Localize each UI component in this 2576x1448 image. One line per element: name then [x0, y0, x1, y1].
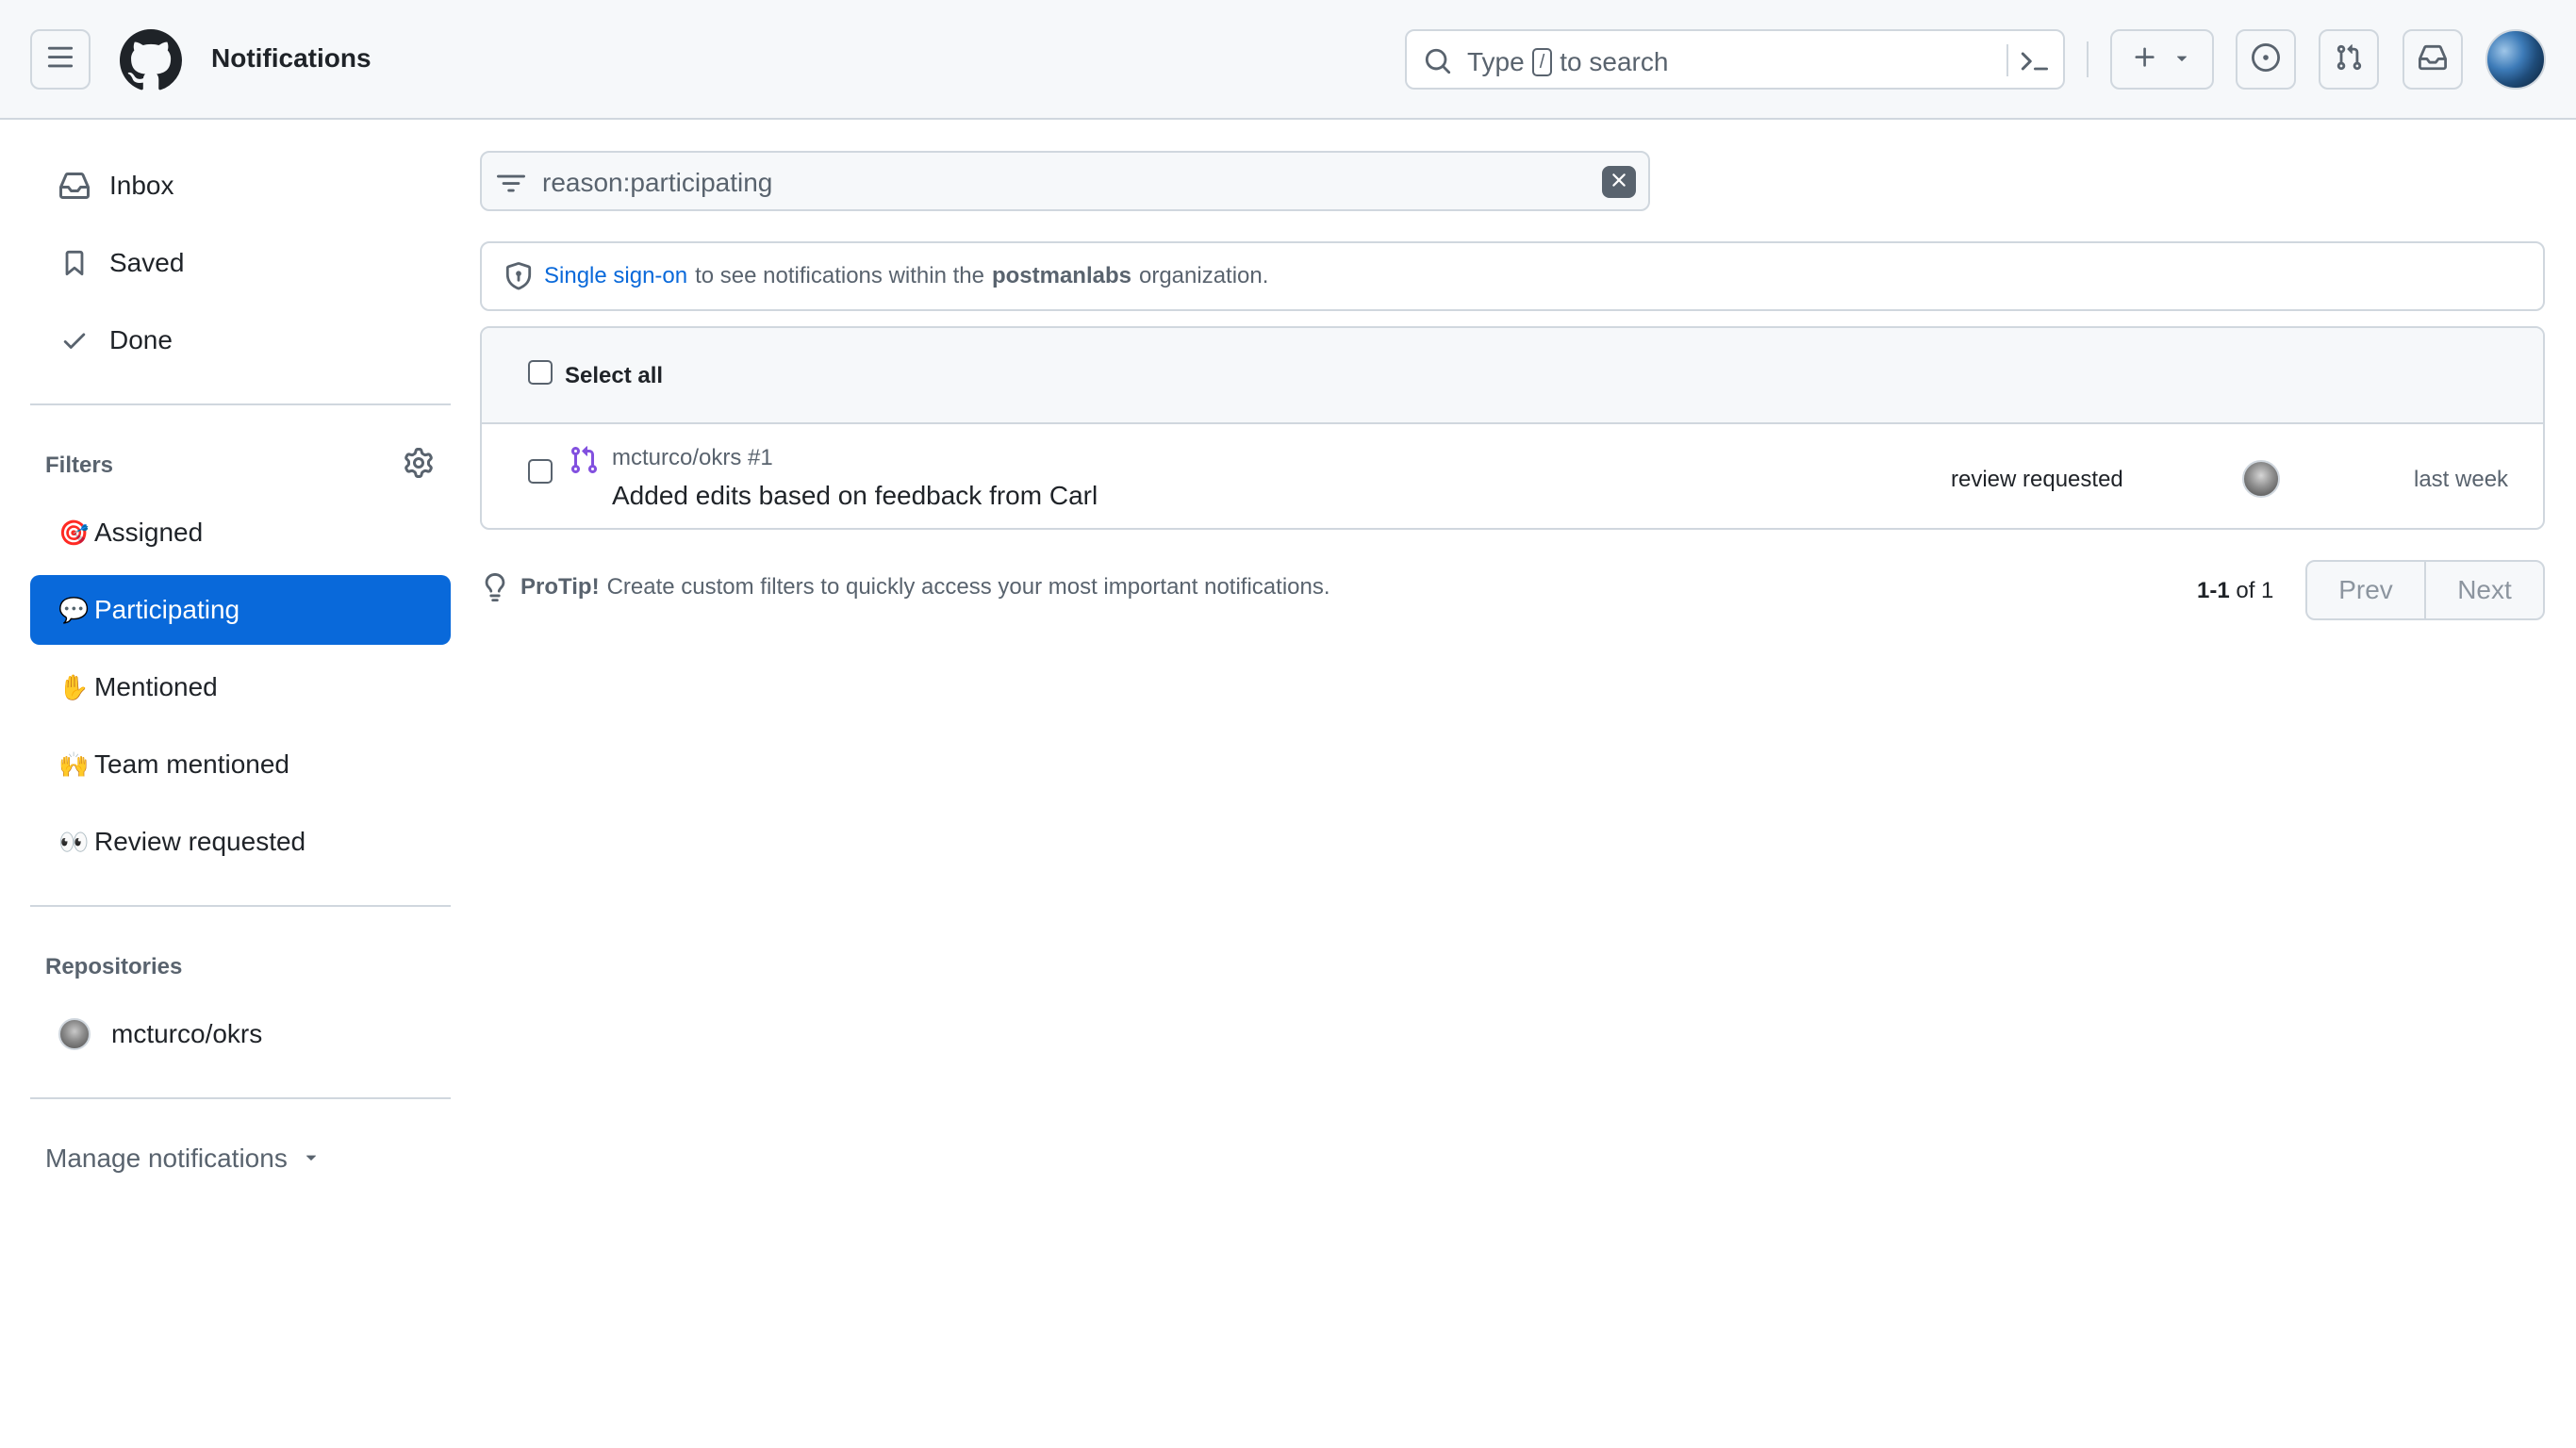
pagination: Prev Next	[2305, 560, 2545, 620]
sidebar-divider	[30, 905, 451, 907]
sso-text: to see notifications within the	[695, 263, 984, 288]
search-divider	[2006, 44, 2008, 76]
sidebar-item-team-mentioned[interactable]: 🙌 Team mentioned	[30, 730, 451, 799]
notification-reason: review requested	[1951, 467, 2123, 492]
search-placeholder-prefix: Type	[1467, 47, 1525, 76]
sso-org-name: postmanlabs	[991, 263, 1131, 288]
raised-hands-emoji-icon: 🙌	[58, 749, 90, 779]
sidebar-item-label: Review requested	[94, 827, 306, 856]
sidebar-divider	[30, 1097, 451, 1099]
prev-button[interactable]: Prev	[2307, 562, 2424, 618]
repo-owner-avatar	[58, 1018, 91, 1050]
global-header: Notifications Type / to search	[0, 0, 2576, 120]
create-new-button[interactable]	[2110, 29, 2214, 90]
speech-bubble-emoji-icon: 💬	[58, 595, 90, 624]
protip: ProTip! Create custom filters to quickly…	[481, 573, 1330, 601]
close-icon	[1608, 169, 1630, 196]
filters-heading: Filters	[45, 452, 114, 478]
sidebar-item-done[interactable]: Done	[30, 305, 451, 375]
notification-checkbox[interactable]	[528, 459, 553, 484]
eyes-emoji-icon: 👀	[58, 827, 90, 856]
git-pull-request-icon	[569, 445, 599, 480]
sidebar-item-saved[interactable]: Saved	[30, 228, 451, 298]
page-title[interactable]: Notifications	[211, 43, 372, 74]
select-all-checkbox[interactable]	[528, 360, 553, 385]
issue-icon	[2252, 42, 2280, 76]
protip-text: Create custom filters to quickly access …	[606, 574, 1330, 600]
check-icon	[58, 324, 91, 356]
light-bulb-icon	[481, 573, 509, 601]
search-placeholder-suffix: to search	[1560, 47, 1669, 76]
sidebar-divider	[30, 403, 451, 405]
pagination-of: of	[2236, 578, 2255, 603]
sidebar-item-label: mcturco/okrs	[111, 1019, 263, 1048]
clear-filter-button[interactable]	[1602, 166, 1636, 198]
notifications-list: Select all mcturco/okrs #1 Added edits b…	[480, 326, 2545, 530]
issues-button[interactable]	[2236, 29, 2296, 90]
command-palette-icon[interactable]	[2010, 47, 2048, 80]
target-emoji-icon: 🎯	[58, 518, 90, 547]
pagination-total: 1	[2261, 578, 2274, 603]
search-shortcut-key: /	[1531, 48, 1553, 76]
sidebar-item-review-requested[interactable]: 👀 Review requested	[30, 807, 451, 877]
hamburger-icon	[46, 43, 74, 76]
sidebar-item-label: Team mentioned	[94, 749, 290, 779]
sidebar-item-label: Done	[109, 325, 173, 354]
manage-notifications-dropdown[interactable]: Manage notifications	[45, 1144, 322, 1174]
next-button[interactable]: Next	[2424, 562, 2543, 618]
notification-repo[interactable]: mcturco/okrs #1	[612, 445, 773, 471]
search-placeholder: Type / to search	[1467, 47, 1668, 77]
filter-query-text: reason:participating	[542, 168, 773, 197]
plus-icon	[2132, 44, 2158, 75]
inbox-icon	[2419, 43, 2447, 76]
pull-request-icon	[2335, 43, 2363, 76]
shield-lock-icon	[504, 262, 533, 290]
header-divider	[2087, 41, 2089, 77]
filter-icon	[497, 170, 525, 203]
sidebar-item-participating[interactable]: 💬 Participating	[30, 575, 451, 645]
gear-icon[interactable]	[404, 448, 434, 483]
bookmark-icon	[58, 247, 91, 279]
sidebar-item-assigned[interactable]: 🎯 Assigned	[30, 498, 451, 568]
sidebar-item-repo-mcturco-okrs[interactable]: mcturco/okrs	[30, 999, 451, 1069]
pull-requests-button[interactable]	[2319, 29, 2379, 90]
notification-title[interactable]: Added edits based on feedback from Carl	[612, 481, 1098, 511]
sidebar-item-label: Saved	[109, 248, 185, 277]
sso-text-suffix: organization.	[1138, 263, 1269, 288]
triangle-down-icon	[2171, 47, 2192, 73]
search-input[interactable]: Type / to search	[1405, 29, 2065, 90]
protip-label: ProTip!	[520, 574, 600, 600]
notifications-list-header: Select all	[482, 328, 2543, 424]
notification-filter-input[interactable]: reason:participating	[480, 151, 1650, 211]
triangle-down-icon	[301, 1144, 322, 1174]
pagination-count: 1-1 of 1	[2197, 578, 2273, 604]
notifications-inbox-button[interactable]	[2403, 29, 2463, 90]
user-avatar[interactable]	[2485, 29, 2546, 90]
raised-hand-emoji-icon: ✋	[58, 672, 90, 701]
sidebar-item-label: Participating	[94, 595, 240, 624]
hamburger-menu-button[interactable]	[30, 29, 91, 90]
search-icon	[1424, 47, 1452, 80]
sidebar-item-inbox[interactable]: Inbox	[30, 151, 451, 221]
single-sign-on-link[interactable]: Single sign-on	[544, 263, 687, 289]
sidebar-item-label: Inbox	[109, 171, 174, 200]
sso-banner: Single sign-on to see notifications with…	[480, 241, 2545, 311]
select-all-label[interactable]: Select all	[565, 363, 663, 389]
notification-time: last week	[2414, 467, 2509, 492]
notification-row[interactable]: mcturco/okrs #1 Added edits based on fee…	[482, 424, 2543, 528]
author-avatar[interactable]	[2242, 460, 2280, 498]
sidebar-item-mentioned[interactable]: ✋ Mentioned	[30, 652, 451, 722]
sidebar-item-label: Mentioned	[94, 672, 218, 701]
pagination-range: 1-1	[2197, 578, 2230, 603]
manage-notifications-label: Manage notifications	[45, 1144, 288, 1173]
inbox-icon	[58, 170, 91, 202]
github-logo[interactable]	[120, 29, 182, 91]
repositories-heading: Repositories	[45, 954, 183, 979]
sidebar-item-label: Assigned	[94, 518, 204, 547]
